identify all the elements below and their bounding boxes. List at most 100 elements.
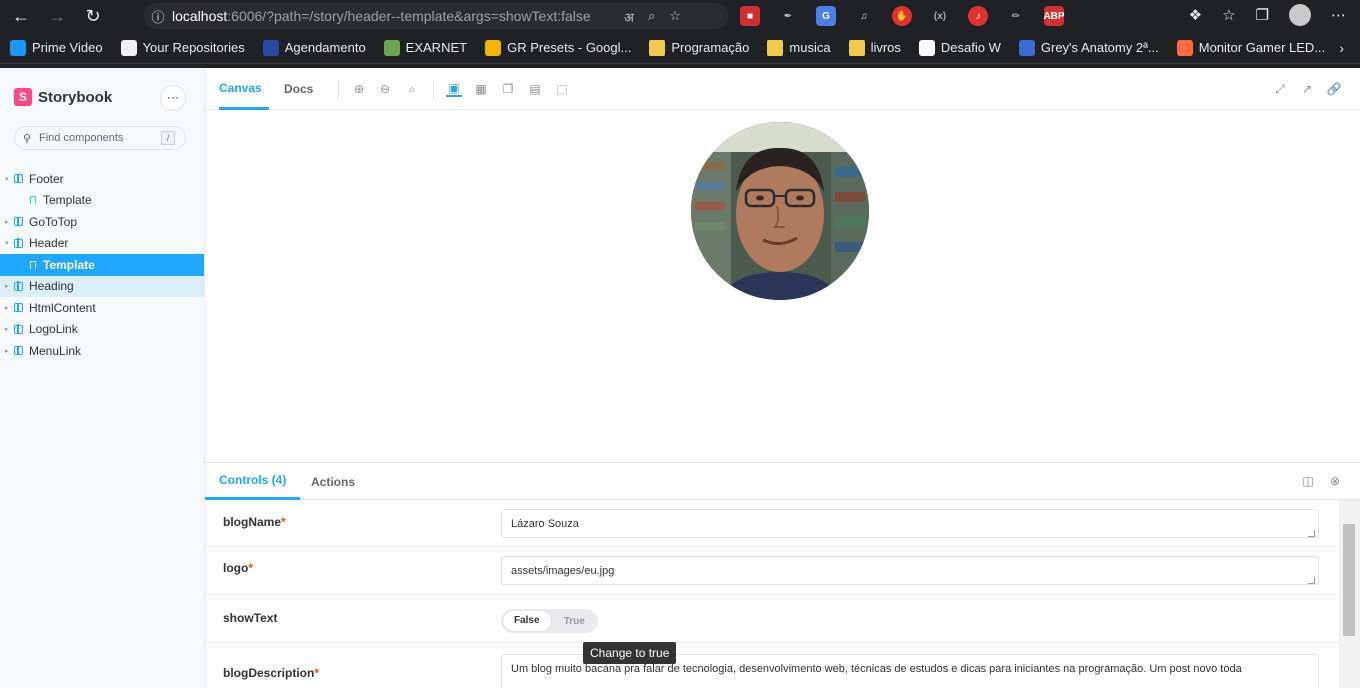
zoom-in-icon[interactable]: ⊕ (351, 81, 367, 97)
expand-caret-icon[interactable]: ▾ (5, 175, 9, 183)
bookmark-item[interactable]: GR Presets - Googl... (485, 39, 631, 56)
bookmark-label: Programação (671, 40, 750, 55)
sidebar-story-item[interactable]: Template (0, 254, 204, 276)
pen-tool-extension-icon[interactable]: ✏ (1006, 6, 1026, 26)
addons-panel: Controls (4) Actions ◫ ⊗ blogName* Lázar… (205, 462, 1360, 688)
resize-handle-icon[interactable] (1308, 577, 1315, 584)
info-icon[interactable]: ⓘ (144, 7, 172, 26)
resize-handle-icon[interactable] (1308, 530, 1315, 537)
viewport-icon[interactable]: ❐ (500, 81, 516, 97)
grid-icon[interactable]: ▦ (473, 81, 489, 97)
sidebar-component-item[interactable]: ▸ LogoLink (0, 319, 204, 341)
bookmark-item[interactable]: Desafio W (918, 39, 1001, 56)
tree-item-label: LogoLink (29, 322, 78, 337)
sidebar-component-item[interactable]: ▸ GoToTop (0, 211, 204, 233)
bookmark-favicon-icon (485, 39, 502, 56)
storybook-sidebar: S Storybook ⋯ ⚲ Find components / ▾ Foote… (0, 68, 204, 688)
panel-orientation-icon[interactable]: ◫ (1301, 474, 1315, 488)
music-extension-icon[interactable]: ♪ (968, 6, 988, 26)
expand-caret-icon[interactable]: ▸ (5, 304, 9, 312)
outline-icon[interactable]: ⬚ (554, 81, 570, 97)
open-new-tab-icon[interactable]: ↗ (1299, 81, 1315, 97)
storybook-brand[interactable]: S Storybook (14, 88, 112, 106)
logo-field[interactable]: assets/images/eu.jpg (501, 556, 1319, 585)
forward-button[interactable]: → (42, 1, 72, 31)
bookmark-favicon-icon (1176, 39, 1193, 56)
audio-extension-icon[interactable]: ♫ (854, 6, 874, 26)
expand-caret-icon[interactable]: ▾ (5, 239, 9, 247)
bookmark-favicon-icon (10, 39, 26, 56)
toggle-false-option[interactable]: False (503, 611, 551, 631)
component-icon (14, 281, 23, 291)
tree-item-label: Template (43, 257, 95, 272)
bookmark-item[interactable]: Agendamento (262, 39, 366, 56)
story-bookmark-icon (30, 260, 36, 269)
expand-caret-icon[interactable]: ▸ (5, 282, 9, 290)
tab-actions[interactable]: Actions (311, 463, 355, 500)
bookmark-item[interactable]: livros (848, 39, 901, 56)
zoom-icon[interactable]: ⌕ (648, 8, 655, 26)
tab-canvas[interactable]: Canvas (219, 68, 269, 110)
folder-icon (848, 39, 865, 56)
variables-extension-icon[interactable]: (x) (930, 6, 950, 26)
sidebar-story-item[interactable]: Template (0, 190, 204, 212)
control-row-showtext: showText False True (205, 595, 1339, 643)
search-input[interactable]: ⚲ Find components / (14, 126, 186, 150)
reload-button[interactable]: ↻ (78, 1, 108, 31)
sidebar-component-item[interactable]: ▸ MenuLink (0, 340, 204, 362)
profile-avatar[interactable] (1289, 4, 1311, 26)
extension-icon[interactable]: ■ (740, 6, 760, 26)
favorites-icon[interactable]: ☆ (1222, 6, 1235, 24)
bookmark-item[interactable]: Programação (649, 39, 750, 56)
sidebar-menu-button[interactable]: ⋯ (160, 85, 186, 111)
scrollbar-thumb[interactable] (1343, 524, 1355, 636)
url-host: localhost (172, 8, 228, 24)
sidebar-component-item[interactable]: ▾ Header (0, 233, 204, 255)
controls-scrollbar[interactable] (1339, 500, 1360, 688)
read-aloud-icon[interactable]: अ (624, 8, 634, 26)
browser-toolbar: ← → ↻ ⓘ localhost :6006/?path=/story/hea… (0, 0, 1360, 32)
bookmark-favicon-icon (383, 39, 400, 56)
tab-docs[interactable]: Docs (284, 68, 313, 110)
zoom-reset-icon[interactable]: ⌕ (404, 81, 420, 97)
close-panel-icon[interactable]: ⊗ (1328, 474, 1342, 488)
control-name: blogDescription* (223, 666, 320, 680)
required-marker: * (314, 666, 320, 680)
favorite-add-icon[interactable]: ☆ (669, 8, 681, 26)
collections-icon[interactable]: ❐ (1256, 6, 1269, 24)
blogname-field[interactable]: Lázaro Souza (501, 509, 1319, 538)
sidebar-component-item[interactable]: ▾ Footer (0, 168, 204, 190)
more-menu-icon[interactable]: ⋯ (1331, 6, 1346, 24)
zoom-out-icon[interactable]: ⊖ (377, 81, 393, 97)
sidebar-component-item[interactable]: ▸ Heading (0, 275, 204, 297)
bookmark-item[interactable]: Grey's Anatomy 2ª... (1018, 39, 1159, 56)
bookmarks-overflow-icon[interactable]: › (1339, 40, 1344, 56)
tree-item-label: Header (29, 236, 69, 251)
adblock-extension-icon[interactable]: ✋ (892, 6, 912, 26)
showtext-toggle[interactable]: False True (501, 609, 598, 633)
background-icon[interactable]: ▣ (446, 81, 462, 97)
expand-caret-icon[interactable]: ▸ (5, 347, 9, 355)
expand-caret-icon[interactable]: ▸ (5, 218, 9, 226)
back-button[interactable]: ← (6, 1, 36, 31)
header-logo-image[interactable] (691, 122, 869, 300)
extensions-puzzle-icon[interactable]: ❖ (1189, 6, 1202, 24)
story-canvas (205, 110, 1360, 462)
pen-extension-icon[interactable]: ✒ (778, 6, 798, 26)
translate-extension-icon[interactable]: G (816, 6, 836, 26)
expand-caret-icon[interactable]: ▸ (5, 325, 9, 333)
bookmark-item[interactable]: musica (767, 39, 831, 56)
bookmark-item[interactable]: Prime Video (10, 39, 103, 56)
toggle-true-option[interactable]: True (551, 616, 599, 627)
tab-controls[interactable]: Controls (4) (205, 463, 301, 500)
fullscreen-icon[interactable]: ⤢ (1272, 81, 1288, 97)
copy-link-icon[interactable]: 🔗 (1326, 81, 1342, 97)
bookmark-item[interactable]: EXARNET (383, 39, 467, 56)
abp-extension-icon[interactable]: ABP (1043, 6, 1065, 26)
bookmark-label: Agendamento (284, 40, 366, 55)
sidebar-component-item[interactable]: ▸ HtmlContent (0, 297, 204, 319)
measure-icon[interactable]: ▤ (527, 81, 543, 97)
bookmark-item[interactable]: Your Repositories (120, 39, 245, 56)
bookmark-item[interactable]: Monitor Gamer LED... (1176, 39, 1325, 56)
bookmark-label: Prime Video (32, 40, 103, 55)
